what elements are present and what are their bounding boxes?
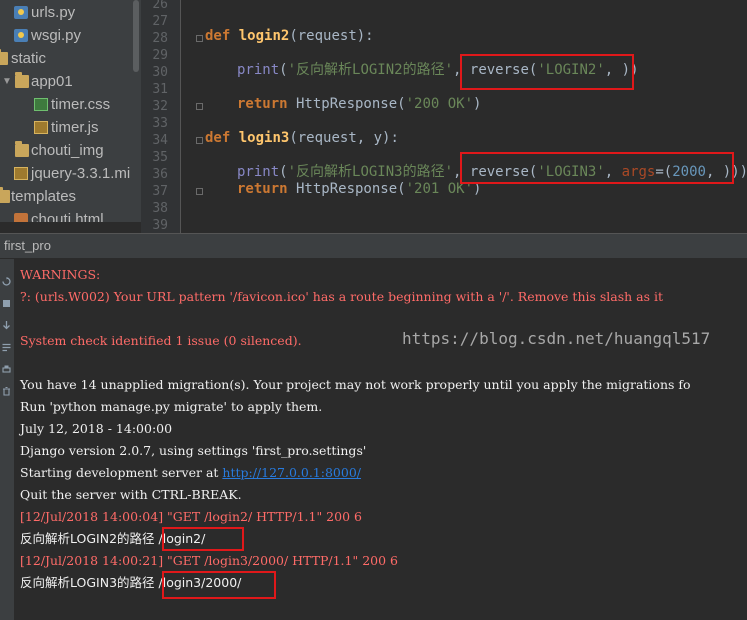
code-keyword: def — [205, 130, 231, 146]
line-number: 37 — [152, 184, 168, 199]
print-icon[interactable] — [2, 365, 11, 374]
tree-item-label: jquery-3.3.1.mi — [31, 165, 131, 182]
line-number-gutter: 26 27 28 29 30 31 32 33 34 35 36 37 38 3… — [141, 0, 181, 233]
run-panel-header: first_pro — [0, 233, 747, 259]
tree-item-label: app01 — [31, 73, 73, 90]
watermark: https://blog.csdn.net/huangql517 — [402, 329, 711, 348]
console-line: WARNINGS: — [20, 267, 101, 282]
js-file-icon — [14, 167, 28, 180]
line-number: 39 — [152, 218, 168, 233]
folder-icon — [0, 49, 8, 65]
code-keyword: return — [237, 181, 288, 197]
code-builtin: print — [237, 62, 280, 78]
run-panel-title[interactable]: first_pro — [4, 234, 51, 258]
tree-scrollbar[interactable] — [133, 0, 139, 72]
code-string: '反向解析LOGIN3的路径' — [287, 164, 454, 180]
tree-item-label: templates — [11, 188, 77, 205]
console-line: You have 14 unapplied migration(s). Your… — [20, 377, 691, 392]
highlight-box-login2-path — [162, 527, 244, 551]
tree-item-label: chouti.html — [31, 211, 104, 222]
tree-item-label: wsgi.py — [31, 27, 82, 44]
code-text: HttpResponse( — [287, 96, 406, 112]
line-number: 28 — [152, 31, 168, 46]
line-number: 32 — [152, 99, 168, 114]
fold-marker-icon[interactable] — [196, 188, 203, 195]
code-text: (request, y): — [289, 130, 399, 146]
line-number: 38 — [152, 201, 168, 216]
line-number: 27 — [152, 14, 168, 29]
code-keyword: return — [237, 96, 288, 112]
server-url-link[interactable]: http://127.0.0.1:8000/ — [222, 465, 361, 480]
console-line: [12/Jul/2018 14:00:04] "GET /login2/ HTT… — [20, 509, 362, 524]
code-builtin: print — [237, 164, 280, 180]
console-line: Starting development server at http://12… — [20, 462, 361, 484]
stop-icon[interactable] — [2, 299, 11, 308]
line-number: 34 — [152, 133, 168, 148]
line-number: 33 — [152, 116, 168, 131]
code-keyword: def — [205, 28, 231, 44]
line-number: 29 — [152, 48, 168, 63]
code-line-37: return HttpResponse('201 OK') — [237, 181, 481, 198]
trash-icon[interactable] — [2, 387, 11, 396]
code-text: HttpResponse( — [287, 181, 406, 197]
line-number: 30 — [152, 65, 168, 80]
tree-item-label: timer.js — [51, 119, 99, 136]
line-number: 36 — [152, 167, 168, 182]
code-string: '200 OK' — [405, 96, 474, 112]
code-line-32: return HttpResponse('200 OK') — [237, 96, 481, 113]
tree-item-label: static — [11, 50, 47, 67]
run-toolbar — [0, 259, 15, 620]
line-number: 26 — [152, 0, 168, 12]
tree-item-label: chouti_img — [31, 142, 104, 159]
fold-marker-icon[interactable] — [196, 35, 203, 42]
console-line: System check identified 1 issue (0 silen… — [20, 333, 302, 348]
scroll-to-end-icon[interactable] — [2, 321, 11, 330]
console-line: July 12, 2018 - 14:00:00 — [20, 421, 173, 436]
project-tree: urls.py wsgi.py static ▼ app01 timer.css… — [0, 0, 141, 222]
line-number: 35 — [152, 150, 168, 165]
rerun-icon[interactable] — [2, 277, 11, 286]
folder-icon — [15, 141, 29, 157]
soft-wrap-icon[interactable] — [2, 343, 11, 352]
code-editor[interactable]: 26 27 28 29 30 31 32 33 34 35 36 37 38 3… — [141, 0, 747, 233]
code-line-28: def login2(request): — [205, 28, 374, 45]
console-line: [12/Jul/2018 14:00:21] "GET /login3/2000… — [20, 553, 398, 568]
console-text: Starting development server at — [20, 465, 223, 480]
console-line: Quit the server with CTRL-BREAK. — [20, 487, 242, 502]
highlight-box-reverse-login3 — [460, 152, 734, 184]
code-text: ( — [279, 62, 288, 78]
folder-icon — [15, 72, 29, 88]
console-output[interactable]: WARNINGS: ?: (urls.W002) Your URL patter… — [14, 259, 747, 620]
highlight-box-reverse-login2 — [460, 54, 634, 90]
code-text: (request): — [289, 28, 374, 44]
highlight-box-login3-path — [162, 571, 276, 599]
tree-item-label: urls.py — [31, 4, 76, 21]
js-file-icon — [34, 121, 48, 134]
function-name: login3 — [238, 130, 290, 146]
tree-item-label: timer.css — [51, 96, 111, 113]
html-file-icon — [14, 213, 28, 222]
fold-marker-icon[interactable] — [196, 103, 203, 110]
code-text: ( — [279, 164, 288, 180]
fold-marker-icon[interactable] — [196, 137, 203, 144]
line-number: 31 — [152, 82, 168, 97]
python-file-icon — [14, 6, 28, 19]
function-name: login2 — [238, 28, 290, 44]
folder-icon — [0, 187, 10, 203]
css-file-icon — [34, 98, 48, 111]
console-line: ?: (urls.W002) Your URL pattern '/favico… — [20, 289, 664, 304]
code-string: '反向解析LOGIN2的路径' — [287, 62, 454, 78]
python-file-icon — [14, 29, 28, 42]
console-line: Run 'python manage.py migrate' to apply … — [20, 399, 323, 414]
console-line: Django version 2.0.7, using settings 'fi… — [20, 443, 367, 458]
code-text: ) — [473, 96, 482, 112]
expand-arrow-icon[interactable]: ▼ — [2, 70, 12, 93]
code-line-34: def login3(request, y): — [205, 130, 399, 147]
